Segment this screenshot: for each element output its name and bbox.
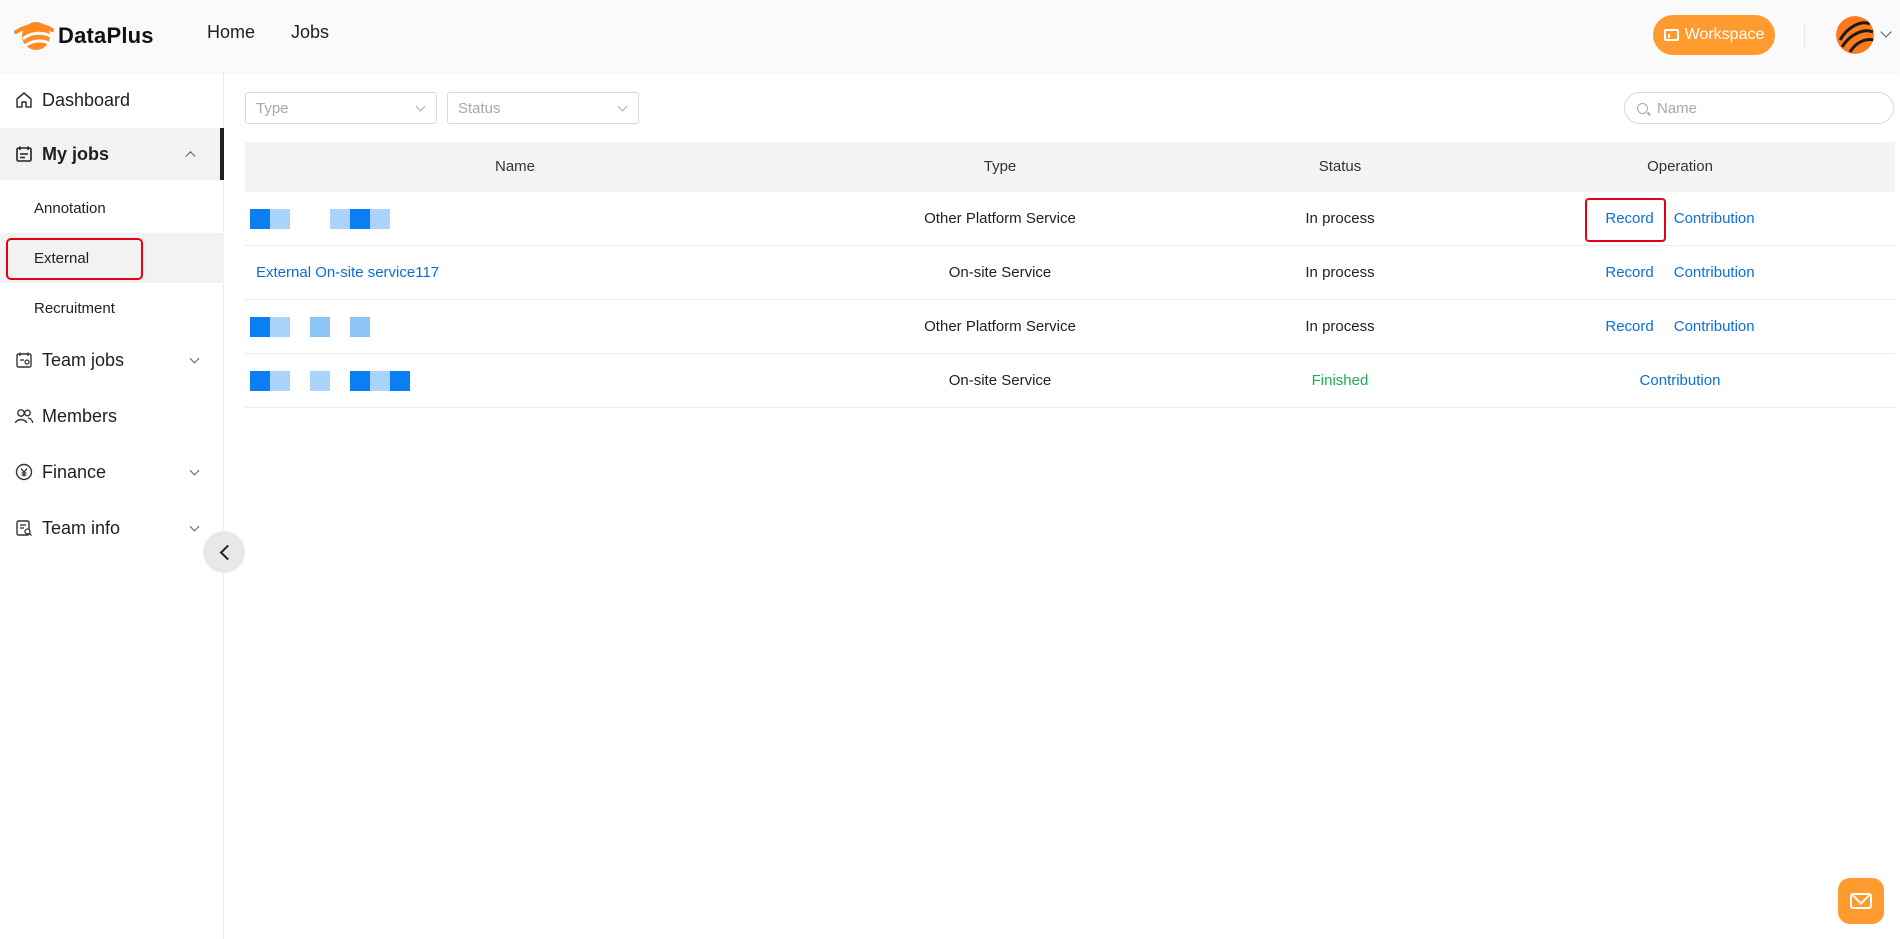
highlight-box <box>6 238 143 280</box>
workspace-button[interactable]: Workspace <box>1653 15 1775 55</box>
job-status: Finished <box>1311 372 1369 389</box>
type-select-placeholder: Type <box>256 99 289 117</box>
top-nav: Home Jobs <box>207 22 329 43</box>
redacted-name <box>250 300 370 354</box>
redacted-name <box>250 192 390 246</box>
avatar-image-icon <box>1836 16 1874 54</box>
search-icon <box>1637 103 1648 114</box>
sidebar-label-dashboard: Dashboard <box>42 89 131 110</box>
sidebar-item-team-jobs[interactable]: Team jobs <box>0 334 224 386</box>
my-jobs-icon <box>14 144 34 164</box>
sidebar-subitem-annotation[interactable]: Annotation <box>0 183 224 233</box>
column-header-type: Type <box>983 158 1017 175</box>
chevron-down-icon <box>189 521 200 532</box>
chevron-down-icon <box>617 101 628 112</box>
top-header: DataPlus Home Jobs Workspace <box>0 0 1900 72</box>
chevron-down-icon[interactable] <box>1880 26 1892 38</box>
job-status: In process <box>1305 210 1375 227</box>
sidebar-label-members: Members <box>42 405 118 426</box>
table-row: Other Platform Service In process Record… <box>245 192 1895 246</box>
status-select-placeholder: Status <box>458 99 501 117</box>
jobs-table: Name Type Status Operation Other Platfor… <box>245 142 1895 408</box>
chevron-left-icon <box>219 544 235 560</box>
job-type: Other Platform Service <box>924 210 1076 227</box>
sidebar-label-my-jobs: My jobs <box>42 143 110 164</box>
job-operations: Record Contribution <box>1465 300 1895 354</box>
team-info-icon <box>14 518 34 538</box>
column-header-status: Status <box>1318 158 1362 175</box>
sidebar-label-team-jobs: Team jobs <box>42 349 125 370</box>
name-search[interactable] <box>1624 92 1894 124</box>
sidebar-item-members[interactable]: Members <box>0 390 224 442</box>
contribution-link[interactable]: Contribution <box>1674 192 1755 246</box>
chevron-down-icon <box>189 353 200 364</box>
dataplus-logo-icon <box>14 22 54 50</box>
sidebar-label-team-info: Team info <box>42 517 121 538</box>
record-link[interactable]: Record <box>1605 246 1653 300</box>
workspace-label: Workspace <box>1684 26 1765 43</box>
brand-name: DataPlus <box>58 23 154 48</box>
contribution-link[interactable]: Contribution <box>1674 246 1755 300</box>
chevron-down-icon <box>189 465 200 476</box>
sidebar-label-annotation: Annotation <box>34 199 106 217</box>
status-select[interactable]: Status <box>447 92 639 124</box>
workspace-icon <box>1663 29 1679 41</box>
dashboard-icon <box>14 90 34 110</box>
job-operations: Record Contribution <box>1465 246 1895 300</box>
sidebar-label-finance: Finance <box>42 461 107 482</box>
job-name-link[interactable]: External On-site service117 <box>245 246 785 300</box>
sidebar-label-recruitment: Recruitment <box>34 299 115 317</box>
mail-icon <box>1850 893 1872 909</box>
members-icon <box>14 406 34 426</box>
sidebar-item-finance[interactable]: Finance <box>0 446 224 498</box>
record-link[interactable]: Record <box>1605 300 1653 354</box>
sidebar: Dashboard My jobs Annotation External Re… <box>0 72 224 939</box>
redacted-name <box>250 354 410 408</box>
brand-logo[interactable]: DataPlus <box>14 18 154 54</box>
table-row: Other Platform Service In process Record… <box>245 300 1895 354</box>
nav-home-link[interactable]: Home <box>207 22 255 43</box>
job-status: In process <box>1305 264 1375 281</box>
name-search-input[interactable] <box>1657 99 1877 117</box>
message-button[interactable] <box>1838 878 1884 924</box>
sidebar-item-team-info[interactable]: Team info <box>0 502 224 554</box>
job-type: On-site Service <box>948 264 1052 281</box>
job-status: In process <box>1305 318 1375 335</box>
contribution-link[interactable]: Contribution <box>1674 300 1755 354</box>
contribution-link[interactable]: Contribution <box>1640 354 1721 408</box>
job-operations: Record Contribution <box>1465 192 1895 246</box>
sidebar-item-dashboard[interactable]: Dashboard <box>0 74 224 126</box>
sidebar-item-my-jobs[interactable]: My jobs <box>0 128 224 180</box>
chevron-down-icon <box>415 101 426 112</box>
job-operations: Contribution <box>1465 354 1895 408</box>
finance-icon <box>14 462 34 482</box>
chevron-up-icon <box>185 151 196 162</box>
team-jobs-icon <box>14 350 34 370</box>
sidebar-subitem-external[interactable]: External <box>0 233 224 283</box>
job-type: On-site Service <box>948 372 1052 389</box>
record-link[interactable]: Record <box>1585 192 1667 246</box>
header-divider <box>1804 22 1805 50</box>
user-avatar[interactable] <box>1836 16 1874 54</box>
table-row: External On-site service117 On-site Serv… <box>245 246 1895 300</box>
sidebar-subitem-recruitment[interactable]: Recruitment <box>0 283 224 333</box>
column-header-operation: Operation <box>1647 158 1713 175</box>
table-header: Name Type Status Operation <box>245 142 1895 192</box>
column-header-name: Name <box>494 158 535 175</box>
job-type: Other Platform Service <box>924 318 1076 335</box>
nav-jobs-link[interactable]: Jobs <box>291 22 329 43</box>
table-row: On-site Service Finished Contribution <box>245 354 1895 408</box>
collapse-sidebar-button[interactable] <box>203 531 245 573</box>
type-select[interactable]: Type <box>245 92 437 124</box>
highlight-box <box>1585 198 1667 242</box>
